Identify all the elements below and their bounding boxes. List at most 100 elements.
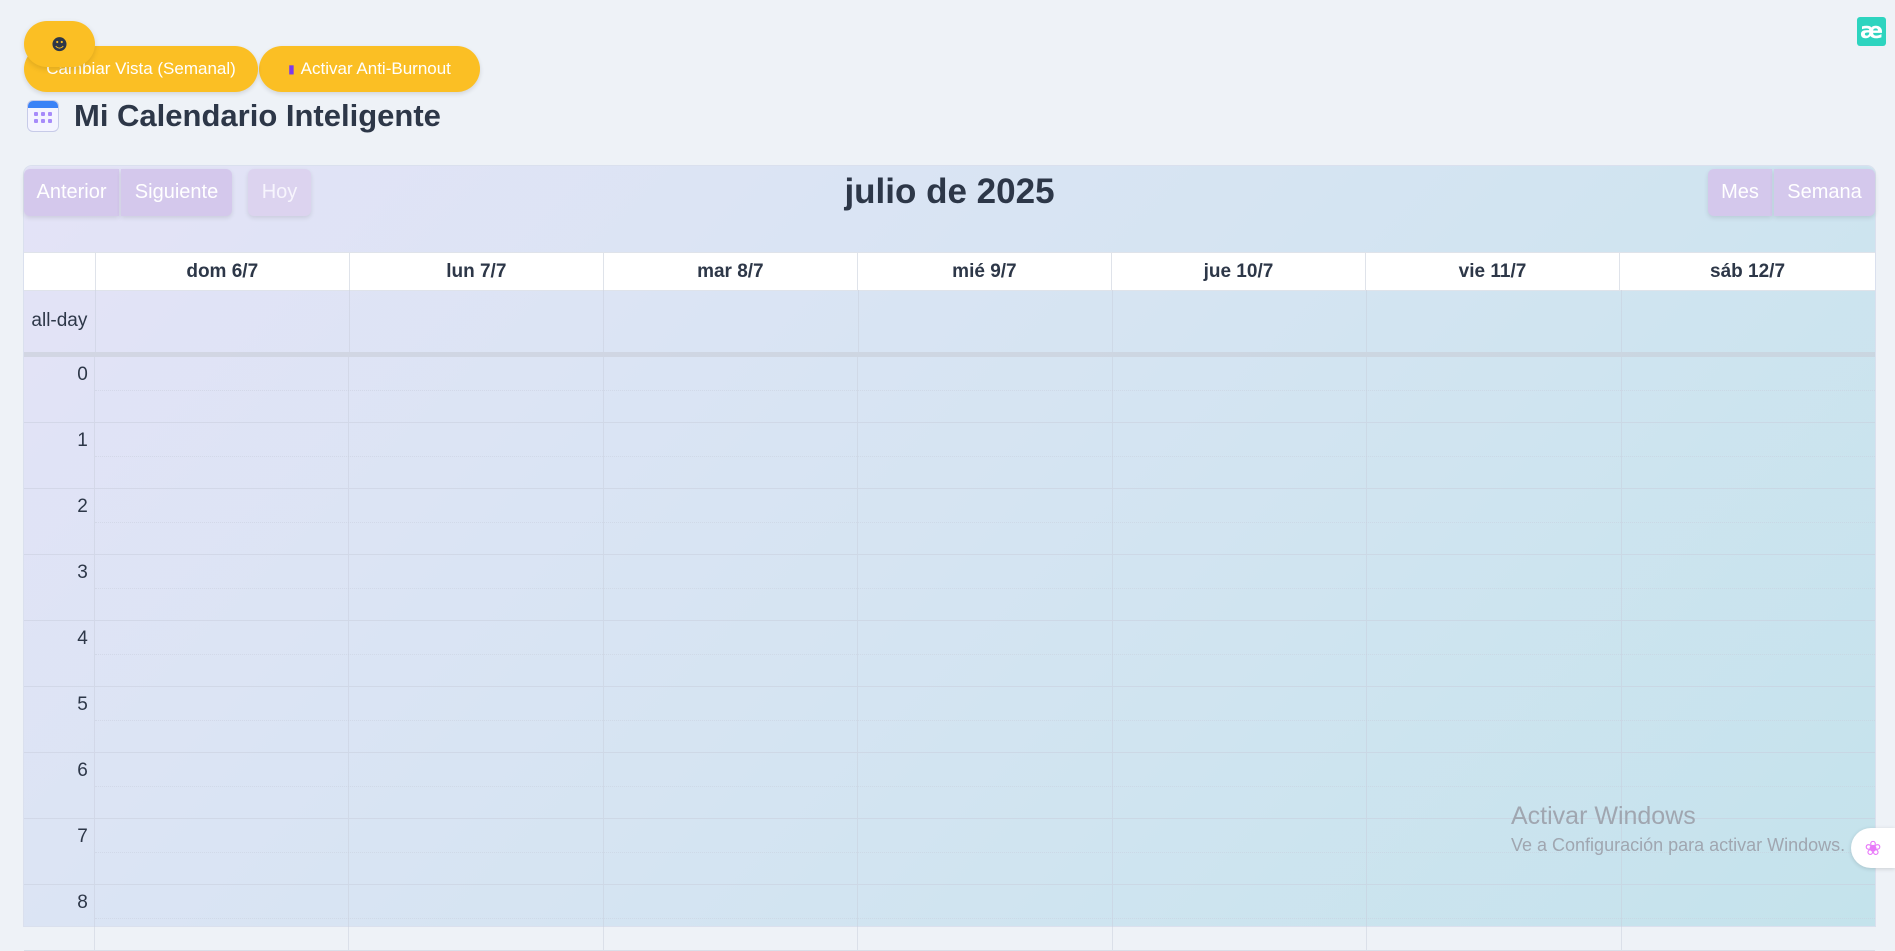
time-slot[interactable]	[1622, 489, 1875, 554]
day-header[interactable]: vie 11/7	[1366, 253, 1621, 290]
time-slot[interactable]	[95, 489, 350, 554]
time-slot[interactable]	[1113, 687, 1368, 752]
time-slot[interactable]	[858, 555, 1113, 620]
time-slot[interactable]	[604, 621, 859, 686]
time-slot[interactable]	[349, 423, 604, 488]
time-slot[interactable]	[1113, 819, 1368, 884]
time-slot[interactable]	[349, 687, 604, 752]
time-slot[interactable]	[604, 885, 859, 950]
time-slot[interactable]	[1622, 555, 1875, 620]
time-slot[interactable]	[95, 621, 350, 686]
day-header-row: dom 6/7 lun 7/7 mar 8/7 mié 9/7 jue 10/7…	[24, 252, 1875, 291]
time-slot[interactable]	[1113, 489, 1368, 554]
day-header[interactable]: jue 10/7	[1112, 253, 1366, 290]
time-slot[interactable]	[604, 489, 859, 554]
hour-label: 6	[24, 753, 95, 818]
calendar-icon	[28, 101, 58, 131]
time-slot[interactable]	[858, 687, 1113, 752]
time-slot[interactable]	[1113, 753, 1368, 818]
brain-icon: ❀	[1864, 836, 1882, 860]
time-slot[interactable]	[95, 555, 350, 620]
time-slot[interactable]	[1367, 555, 1622, 620]
time-slot[interactable]	[1622, 687, 1875, 752]
time-slot[interactable]	[349, 885, 604, 950]
time-slot[interactable]	[858, 357, 1113, 422]
hour-label: 8	[24, 885, 95, 950]
time-slot[interactable]	[604, 555, 859, 620]
time-slot[interactable]	[349, 753, 604, 818]
time-slot[interactable]	[604, 819, 859, 884]
watermark-subtitle: Ve a Configuración para activar Windows.	[1511, 835, 1846, 855]
time-slot[interactable]	[1367, 423, 1622, 488]
time-slot[interactable]	[1113, 885, 1368, 950]
time-slot[interactable]	[604, 357, 859, 422]
anti-burnout-button[interactable]: ▮ Activar Anti-Burnout	[259, 46, 480, 92]
allday-cell[interactable]	[350, 290, 605, 352]
windows-activation-watermark: Activar Windows Ve a Configuración para …	[1511, 802, 1845, 856]
hour-row: 8	[24, 885, 1875, 951]
robot-assistant-button[interactable]: ☻	[24, 21, 95, 67]
week-view-button[interactable]: Semana	[1774, 169, 1875, 216]
time-slot[interactable]	[1367, 357, 1622, 422]
time-slot[interactable]	[95, 819, 350, 884]
allday-cell[interactable]	[1622, 290, 1875, 352]
time-slot[interactable]	[95, 687, 350, 752]
battery-icon: ▮	[288, 62, 295, 76]
allday-cell[interactable]	[859, 290, 1114, 352]
time-slot[interactable]	[349, 489, 604, 554]
today-button[interactable]: Hoy	[248, 169, 311, 216]
anti-burnout-label: Activar Anti-Burnout	[300, 59, 451, 78]
time-slot[interactable]	[349, 819, 604, 884]
allday-cell[interactable]	[1113, 290, 1368, 352]
time-slot[interactable]	[1367, 489, 1622, 554]
day-header[interactable]: mar 8/7	[604, 253, 858, 290]
time-slot[interactable]	[1367, 621, 1622, 686]
time-slot[interactable]	[1622, 357, 1875, 422]
time-slot[interactable]	[349, 555, 604, 620]
time-slot[interactable]	[604, 687, 859, 752]
day-header[interactable]: sáb 12/7	[1620, 253, 1875, 290]
time-slot[interactable]	[858, 621, 1113, 686]
day-header[interactable]: mié 9/7	[858, 253, 1112, 290]
time-slot[interactable]	[858, 753, 1113, 818]
time-slot[interactable]	[858, 819, 1113, 884]
time-slot[interactable]	[1622, 423, 1875, 488]
day-header[interactable]: lun 7/7	[350, 253, 604, 290]
time-slot[interactable]	[1622, 885, 1875, 950]
time-slot[interactable]	[1367, 885, 1622, 950]
hour-row: 2	[24, 489, 1875, 555]
time-slot[interactable]	[858, 423, 1113, 488]
brain-assistant-button[interactable]: ❀	[1851, 828, 1895, 868]
next-button[interactable]: Siguiente	[121, 169, 232, 216]
time-slot[interactable]	[604, 423, 859, 488]
allday-cell[interactable]	[1367, 290, 1622, 352]
hour-label: 2	[24, 489, 95, 554]
time-slot[interactable]	[1367, 687, 1622, 752]
time-slot[interactable]	[1622, 621, 1875, 686]
page-header: Mi Calendario Inteligente	[28, 98, 441, 134]
time-slot[interactable]	[349, 357, 604, 422]
time-slot[interactable]	[858, 885, 1113, 950]
watermark-title: Activar Windows	[1511, 802, 1696, 830]
allday-cell[interactable]	[604, 290, 859, 352]
hour-row: 5	[24, 687, 1875, 753]
time-slot[interactable]	[95, 885, 350, 950]
hour-row: 3	[24, 555, 1875, 621]
extension-icon[interactable]: æ	[1857, 17, 1886, 46]
time-slot[interactable]	[1113, 621, 1368, 686]
month-view-button[interactable]: Mes	[1708, 169, 1772, 216]
time-slot[interactable]	[604, 753, 859, 818]
time-slot[interactable]	[1113, 423, 1368, 488]
allday-cell[interactable]	[96, 290, 351, 352]
time-gutter-header	[24, 253, 96, 290]
time-slot[interactable]	[95, 423, 350, 488]
time-slot[interactable]	[95, 357, 350, 422]
prev-button[interactable]: Anterior	[24, 169, 119, 216]
time-slot[interactable]	[1113, 357, 1368, 422]
day-header[interactable]: dom 6/7	[96, 253, 350, 290]
time-slot[interactable]	[858, 489, 1113, 554]
hour-label: 1	[24, 423, 95, 488]
time-slot[interactable]	[95, 753, 350, 818]
time-slot[interactable]	[1113, 555, 1368, 620]
time-slot[interactable]	[349, 621, 604, 686]
